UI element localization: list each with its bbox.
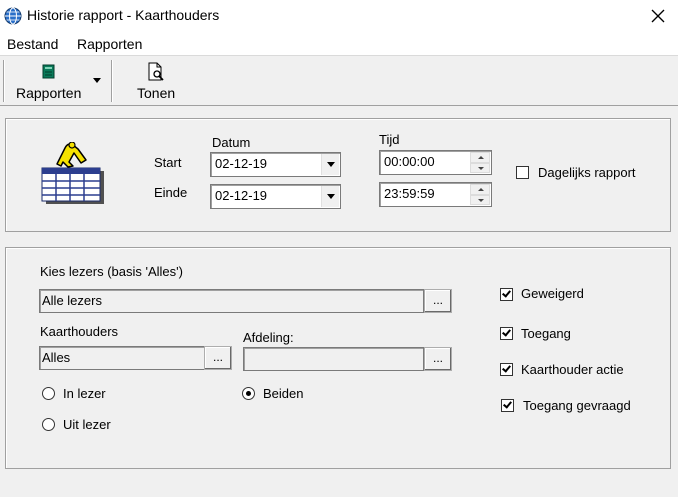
start-date-combo[interactable]: 02-12-19 [210,152,341,177]
both-radio[interactable] [242,387,255,400]
cardholders-field[interactable]: Alles [39,346,205,370]
end-date-combo[interactable]: 02-12-19 [210,184,341,209]
out-reader-radio[interactable] [42,418,55,431]
toegang-gevraagd-label: Toegang gevraagd [523,398,631,413]
menu-bestand[interactable]: Bestand [7,36,58,52]
end-date-value: 02-12-19 [215,188,268,203]
readers-value: Alle lezers [42,293,102,308]
rapporten-toolbar-button[interactable]: Rapporten [10,58,108,104]
chevron-down-icon [327,162,335,167]
department-field[interactable] [243,347,424,371]
check-icon [503,399,512,409]
in-reader-radio[interactable] [42,387,55,400]
globe-icon [4,7,22,25]
start-date-dropdown-button[interactable] [321,154,339,175]
in-reader-label: In lezer [63,386,106,401]
both-label: Beiden [263,386,304,401]
toolbar: Rapporten Tonen [0,56,678,106]
start-time-spinner[interactable]: 00:00:00 [379,150,492,175]
report-book-icon [42,64,56,80]
tonen-toolbar-button[interactable]: Tonen [130,58,186,104]
chevron-down-icon [327,194,335,199]
out-reader-label: Uit lezer [63,417,111,432]
geweigerd-checkbox[interactable] [500,288,513,301]
kaarthouder-actie-label: Kaarthouder actie [521,362,624,377]
radio-selected-dot [246,391,251,396]
end-date-dropdown-button[interactable] [321,186,339,207]
close-icon [651,9,665,23]
readers-field[interactable]: Alle lezers [39,289,424,313]
close-button[interactable] [644,3,672,29]
menu-bar: Bestand Rapporten [0,32,678,56]
end-time-value: 23:59:59 [384,186,435,201]
dropdown-arrow-icon[interactable] [93,78,101,83]
toegang-gevraagd-checkbox[interactable] [501,399,514,412]
geweigerd-label: Geweigerd [521,286,584,301]
spin-up-button[interactable] [470,152,490,163]
chevron-up-icon [478,156,484,159]
rapporten-toolbar-label: Rapporten [16,85,82,101]
department-browse-button[interactable]: ... [424,347,452,371]
spin-down-button[interactable] [470,162,490,173]
datum-label: Datum [212,135,251,150]
page-preview-icon [146,62,166,82]
toolbar-separator [111,60,113,102]
cardholders-label: Kaarthouders [40,324,119,339]
check-icon [502,363,511,373]
start-label: Start [154,155,182,170]
window-title: Historie rapport - Kaarthouders [27,7,220,23]
tonen-toolbar-label: Tonen [137,85,176,101]
daily-report-checkbox[interactable] [516,166,529,179]
cardholders-browse-button[interactable]: ... [204,346,232,370]
status-bar [0,472,678,497]
kaarthouder-actie-checkbox[interactable] [500,363,513,376]
start-time-value: 00:00:00 [384,154,435,169]
end-time-spin-buttons[interactable] [470,184,490,205]
menu-rapporten[interactable]: Rapporten [77,36,142,52]
check-icon [502,327,511,337]
report-person-table-icon [40,141,104,204]
chevron-down-icon [478,166,484,170]
end-time-spinner[interactable]: 23:59:59 [379,182,492,207]
chevron-down-icon [478,198,484,202]
toegang-label: Toegang [521,326,571,341]
spin-down-button[interactable] [470,194,490,205]
toegang-checkbox[interactable] [500,327,513,340]
title-bar: Historie rapport - Kaarthouders [0,0,678,32]
chevron-up-icon [478,188,484,191]
toolbar-grip [3,60,5,102]
daily-report-label: Dagelijks rapport [538,165,636,180]
readers-browse-button[interactable]: ... [424,289,452,313]
check-icon [502,288,511,298]
spin-up-button[interactable] [470,184,490,195]
cardholders-value: Alles [42,350,71,365]
start-time-spin-buttons[interactable] [470,152,490,173]
einde-label: Einde [154,185,188,200]
department-label: Afdeling: [243,330,294,345]
tijd-label: Tijd [379,132,400,147]
readers-label: Kies lezers (basis 'Alles') [40,264,183,279]
start-date-value: 02-12-19 [215,156,268,171]
